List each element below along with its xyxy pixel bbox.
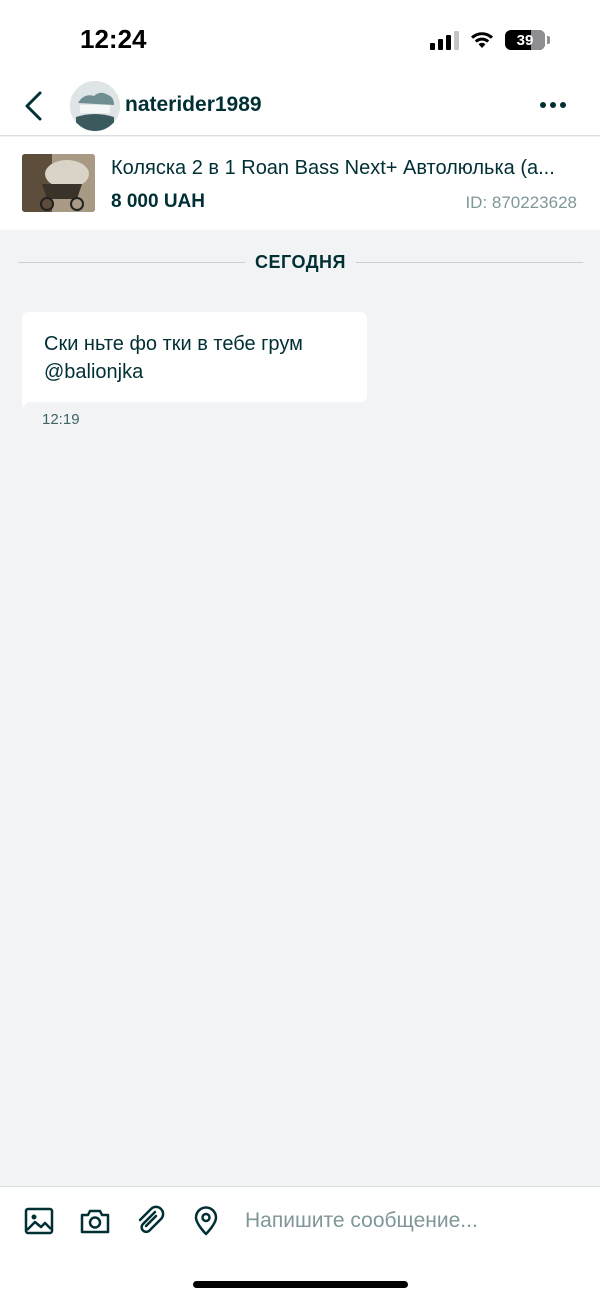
chat-header: naterider1989 xyxy=(0,78,600,136)
paperclip-icon xyxy=(138,1205,165,1234)
camera-button[interactable] xyxy=(79,1205,111,1237)
share-location-button[interactable] xyxy=(190,1205,222,1237)
image-icon xyxy=(24,1207,54,1235)
product-thumbnail[interactable] xyxy=(22,154,95,212)
date-label: СЕГОДНЯ xyxy=(255,251,346,272)
divider-line xyxy=(18,261,245,263)
battery-level: 39 xyxy=(516,31,534,49)
product-price: 8 000 UAH xyxy=(111,191,205,212)
status-time: 12:24 xyxy=(80,24,147,54)
divider-line xyxy=(356,261,583,263)
back-icon xyxy=(25,91,42,121)
wifi-icon xyxy=(471,32,493,48)
message-input[interactable] xyxy=(245,1201,575,1241)
message-bubble-tail xyxy=(22,396,34,408)
message-time: 12:19 xyxy=(42,411,80,428)
home-indicator[interactable] xyxy=(193,1281,408,1288)
message-text: Ски ньте фо тки в тебе грум @balionjka xyxy=(44,333,303,383)
avatar[interactable] xyxy=(70,81,120,131)
back-button[interactable] xyxy=(18,86,52,126)
more-icon xyxy=(540,102,566,108)
battery-icon: 39 xyxy=(505,30,550,50)
product-card[interactable]: Коляска 2 в 1 Roan Bass Next+ Автолюлька… xyxy=(0,137,600,230)
camera-icon xyxy=(80,1209,110,1234)
product-id: ID: 870223628 xyxy=(465,193,577,212)
status-bar: 12:24 39 xyxy=(0,0,600,78)
status-icons: 39 xyxy=(430,28,550,52)
avatar-image xyxy=(70,81,120,131)
date-divider: СЕГОДНЯ xyxy=(18,250,583,274)
username[interactable]: naterider1989 xyxy=(125,93,262,117)
signal-icon xyxy=(430,30,459,50)
attach-image-button[interactable] xyxy=(23,1205,55,1237)
attach-file-button[interactable] xyxy=(135,1205,167,1237)
message-bubble[interactable]: Ски ньте фо тки в тебе грум @balionjka xyxy=(22,312,367,402)
more-options-button[interactable] xyxy=(536,90,570,120)
product-title[interactable]: Коляска 2 в 1 Roan Bass Next+ Автолюлька… xyxy=(111,157,581,180)
location-icon xyxy=(194,1206,218,1236)
